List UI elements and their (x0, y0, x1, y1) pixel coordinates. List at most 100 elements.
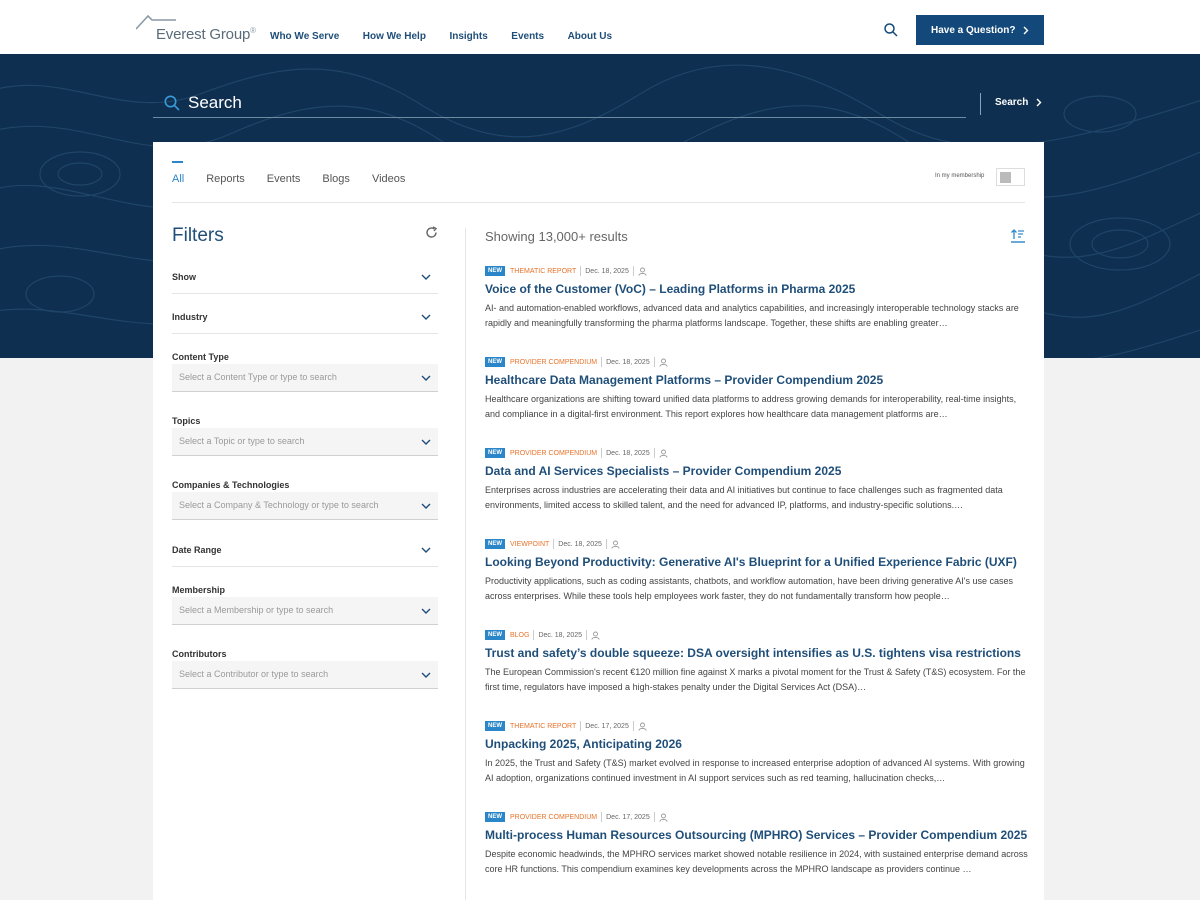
result-meta: NEW THEMATIC REPORT Dec. 17, 2025 (485, 721, 1030, 731)
new-badge: NEW (485, 357, 505, 367)
result-item: NEW THEMATIC REPORT Dec. 18, 2025 Voice … (485, 266, 1030, 331)
result-item: NEW PROVIDER COMPENDIUM Dec. 18, 2025 He… (485, 357, 1030, 422)
topics-select[interactable]: Select a Topic or type to search (172, 428, 438, 456)
person-icon[interactable] (611, 540, 620, 549)
person-icon[interactable] (638, 722, 647, 731)
result-description: Despite economic headwinds, the MPHRO se… (485, 849, 1028, 874)
result-date: Dec. 17, 2025 (585, 722, 629, 730)
everest-group-logo[interactable]: Everest Group® (136, 14, 256, 46)
content-type-label[interactable]: THEMATIC REPORT (510, 723, 576, 730)
result-meta: NEW VIEWPOINT Dec. 18, 2025 (485, 539, 1030, 549)
reset-icon[interactable] (425, 226, 438, 239)
filter-label: Industry (172, 312, 208, 322)
select-placeholder: Select a Contributor or type to search (179, 669, 329, 679)
new-badge: NEW (485, 630, 505, 640)
meta-separator (586, 630, 588, 640)
content-type-label[interactable]: PROVIDER COMPENDIUM (510, 359, 597, 366)
result-title-link[interactable]: Voice of the Customer (VoC) – Leading Pl… (485, 282, 1030, 296)
search-button[interactable]: Search (995, 97, 1042, 108)
filter-label: Content Type (172, 352, 229, 362)
filter-label: Contributors (172, 649, 227, 659)
chevron-down-icon (421, 503, 431, 509)
membership-select[interactable]: Select a Membership or type to search (172, 597, 438, 625)
result-title-link[interactable]: Healthcare Data Management Platforms – P… (485, 373, 1030, 387)
person-icon[interactable] (659, 813, 668, 822)
nav-events[interactable]: Events (511, 31, 544, 42)
content-type-label[interactable]: BLOG (510, 632, 529, 639)
result-item: NEW PROVIDER COMPENDIUM Dec. 17, 2025 Mu… (485, 812, 1030, 877)
content-type-label[interactable]: VIEWPOINT (510, 541, 549, 548)
result-item: NEW PROVIDER COMPENDIUM Dec. 18, 2025 Da… (485, 448, 1030, 513)
chevron-right-icon (1023, 26, 1029, 34)
tab-events[interactable]: Events (267, 173, 301, 185)
result-title-link[interactable]: Looking Beyond Productivity: Generative … (485, 555, 1030, 569)
chevron-down-icon (421, 608, 431, 614)
search-icon[interactable] (884, 23, 898, 37)
tab-videos[interactable]: Videos (372, 173, 405, 185)
content-type-select[interactable]: Select a Content Type or type to search (172, 364, 438, 392)
contributors-select[interactable]: Select a Contributor or type to search (172, 661, 438, 689)
filter-label: Companies & Technologies (172, 480, 290, 490)
search-bar[interactable]: Search (153, 90, 966, 118)
search-input[interactable]: Search (188, 93, 242, 113)
sort-icon[interactable] (1011, 228, 1025, 243)
result-title-link[interactable]: Trust and safety’s double squeeze: DSA o… (485, 646, 1030, 660)
filter-content-type: Content Type Select a Content Type or ty… (172, 352, 438, 392)
column-divider (465, 228, 466, 900)
nav-insights[interactable]: Insights (449, 31, 487, 42)
tab-reports[interactable]: Reports (206, 173, 245, 185)
content-tabs: All Reports Events Blogs Videos (172, 161, 427, 185)
content-type-label[interactable]: THEMATIC REPORT (510, 268, 576, 275)
person-icon[interactable] (638, 267, 647, 276)
result-meta: NEW BLOG Dec. 18, 2025 (485, 630, 1030, 640)
filter-show[interactable]: Show (172, 272, 438, 294)
chevron-down-icon (421, 314, 431, 320)
result-description: Healthcare organizations are shifting to… (485, 394, 1017, 419)
content-type-label[interactable]: PROVIDER COMPENDIUM (510, 814, 597, 821)
content-type-label[interactable]: PROVIDER COMPENDIUM (510, 450, 597, 457)
result-title-link[interactable]: Multi-process Human Resources Outsourcin… (485, 828, 1030, 842)
meta-separator (533, 630, 535, 640)
companies-select[interactable]: Select a Company & Technology or type to… (172, 492, 438, 520)
chevron-down-icon (421, 274, 431, 280)
result-title-link[interactable]: Data and AI Services Specialists – Provi… (485, 464, 1030, 478)
result-date: Dec. 18, 2025 (606, 358, 650, 366)
result-item: NEW THEMATIC REPORT Dec. 17, 2025 Unpack… (485, 721, 1030, 786)
person-icon[interactable] (591, 631, 600, 640)
filter-contributors: Contributors Select a Contributor or typ… (172, 649, 438, 689)
meta-separator (601, 812, 603, 822)
result-meta: NEW PROVIDER COMPENDIUM Dec. 17, 2025 (485, 812, 1030, 822)
nav-how-we-help[interactable]: How We Help (363, 31, 426, 42)
meta-separator (632, 721, 634, 731)
filter-label: Membership (172, 585, 226, 595)
meta-separator (601, 357, 603, 367)
tab-blogs[interactable]: Blogs (322, 173, 350, 185)
filter-label: Show (172, 272, 196, 282)
have-a-question-button[interactable]: Have a Question? (916, 15, 1044, 45)
filter-industry[interactable]: Industry (172, 312, 438, 334)
logo-text: Everest Group® (156, 26, 256, 43)
tab-all[interactable]: All (172, 161, 184, 185)
new-badge: NEW (485, 266, 505, 276)
result-description: The European Commission's recent €120 mi… (485, 667, 1026, 692)
chevron-down-icon (421, 439, 431, 445)
filter-date-range[interactable]: Date Range (172, 545, 438, 567)
result-item: NEW BLOG Dec. 18, 2025 Trust and safety’… (485, 630, 1030, 695)
meta-separator (601, 448, 603, 458)
nav-about-us[interactable]: About Us (568, 31, 612, 42)
filter-label: Date Range (172, 545, 222, 555)
result-description: Productivity applications, such as codin… (485, 576, 1014, 601)
result-date: Dec. 18, 2025 (606, 449, 650, 457)
new-badge: NEW (485, 448, 505, 458)
result-meta: NEW PROVIDER COMPENDIUM Dec. 18, 2025 (485, 448, 1030, 458)
result-title-link[interactable]: Unpacking 2025, Anticipating 2026 (485, 737, 1030, 751)
filter-divider (172, 566, 438, 567)
membership-toggle[interactable] (996, 168, 1025, 186)
person-icon[interactable] (659, 358, 668, 367)
result-date: Dec. 18, 2025 (558, 540, 602, 548)
nav-who-we-serve[interactable]: Who We Serve (270, 31, 339, 42)
meta-separator (553, 539, 555, 549)
meta-separator (653, 357, 655, 367)
search-button-label: Search (995, 97, 1029, 108)
person-icon[interactable] (659, 449, 668, 458)
